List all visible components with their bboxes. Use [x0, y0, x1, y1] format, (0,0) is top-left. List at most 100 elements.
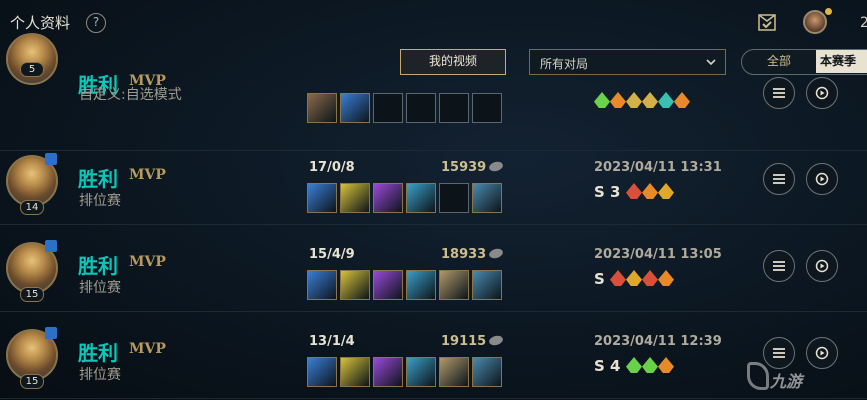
replay-icon [815, 259, 829, 273]
tab-all[interactable]: 全部 [742, 50, 816, 73]
mvp-label: MVP [129, 341, 166, 357]
match-row[interactable]: 5 胜利 MVP 自定义:自选模式 [0, 33, 867, 151]
profile-avatar[interactable] [803, 10, 827, 34]
match-result: 胜利 [78, 341, 118, 365]
rank-letter-S: S [594, 270, 605, 288]
watermark-logo [747, 362, 769, 390]
item-slot-mage-icon[interactable] [373, 357, 403, 387]
item-slot-trinket-icon[interactable] [472, 270, 502, 300]
rank-letter-4: 4 [610, 357, 621, 375]
gold-earned: 19115 [441, 334, 487, 349]
match-details-button[interactable] [763, 250, 795, 282]
notification-dot [825, 8, 832, 15]
item-slot-bow-icon[interactable] [406, 183, 436, 213]
item-slot-triforce-icon[interactable] [340, 357, 370, 387]
gold-earned: 18933 [441, 247, 487, 262]
flag-green-badge-icon [642, 357, 658, 373]
item-slot-spellblade-icon[interactable] [307, 357, 337, 387]
flame-orange-badge-icon [610, 92, 626, 108]
champion-portrait[interactable] [6, 33, 58, 85]
party-icon [45, 327, 57, 339]
item-slot-dagger-icon[interactable] [439, 357, 469, 387]
match-details-button[interactable] [763, 337, 795, 369]
list-icon [773, 88, 785, 98]
flag-green-badge-icon [594, 92, 610, 108]
match-date: 2023/04/11 13:31 [594, 160, 722, 175]
flame-orange-badge-icon [658, 270, 674, 286]
list-icon [773, 174, 785, 184]
row-divider [0, 311, 867, 312]
match-row[interactable]: 15 胜利 MVP 排位赛 15/4/9 18933 2023/04/11 13:05 S [0, 232, 867, 312]
item-slot-triforce-icon[interactable] [340, 270, 370, 300]
watermark: 九游 [770, 372, 803, 391]
kda: 17/0/8 [309, 160, 355, 175]
item-slot-spellblade-icon[interactable] [340, 93, 370, 123]
chevron-down-icon [706, 59, 716, 66]
match-details-button[interactable] [763, 163, 795, 195]
item-slot-trinket-icon[interactable] [472, 357, 502, 387]
match-row[interactable]: 14 胜利 MVP 排位赛 17/0/8 15939 2023/04/11 13:31 S 3 [0, 145, 867, 225]
item-slot-empty-icon[interactable] [373, 93, 403, 123]
swirl-gold-badge-icon [642, 92, 658, 108]
gold-earned: 15939 [441, 160, 487, 175]
tab-this-season[interactable]: 本赛季 [816, 50, 867, 73]
flame-orange-badge-icon [642, 183, 658, 199]
mvp-label: MVP [129, 254, 166, 270]
flame-orange-badge-icon [658, 357, 674, 373]
game-mode: 自定义:自选模式 [79, 87, 182, 103]
top-bar: 个人资料 ? 2 [0, 0, 867, 44]
game-mode: 排位赛 [79, 193, 121, 209]
item-slot-empty-icon[interactable] [472, 93, 502, 123]
match-date: 2023/04/11 13:05 [594, 247, 722, 262]
flag-green-badge-icon [626, 357, 642, 373]
match-details-button[interactable] [763, 77, 795, 109]
match-result: 胜利 [78, 254, 118, 278]
item-slot-bow-icon[interactable] [406, 270, 436, 300]
shield-teal-badge-icon [658, 92, 674, 108]
replay-button[interactable] [806, 337, 838, 369]
replay-icon [815, 172, 829, 186]
item-slot-triforce-icon[interactable] [340, 183, 370, 213]
party-icon [45, 153, 57, 165]
crown-red-badge-icon [610, 270, 626, 286]
item-slot-bow-icon[interactable] [406, 357, 436, 387]
item-slot-mage-icon[interactable] [373, 183, 403, 213]
item-slot-dagger-icon[interactable] [439, 270, 469, 300]
item-slot-empty-icon[interactable] [439, 183, 469, 213]
item-slot-hammer-icon[interactable] [307, 93, 337, 123]
flame-orange-badge-icon [674, 92, 690, 108]
game-mode: 排位赛 [79, 280, 121, 296]
help-icon[interactable]: ? [86, 13, 106, 33]
item-slot-trinket-icon[interactable] [472, 183, 502, 213]
page-title: 个人资料 [10, 14, 71, 32]
item-slot-spellblade-icon[interactable] [307, 270, 337, 300]
replay-button[interactable] [806, 77, 838, 109]
item-slot-empty-icon[interactable] [406, 93, 436, 123]
match-result: 胜利 [78, 167, 118, 191]
match-row[interactable]: 15 胜利 MVP 排位赛 13/1/4 19115 2023/04/11 12:39 S 4 [0, 319, 867, 399]
list-icon [773, 261, 785, 271]
rank-letter-S: S [594, 183, 605, 201]
item-slot-empty-icon[interactable] [439, 93, 469, 123]
champion-level: 15 [20, 374, 44, 389]
gold-icon [488, 334, 504, 347]
list-icon [773, 348, 785, 358]
gold-icon [488, 247, 504, 260]
replay-button[interactable] [806, 163, 838, 195]
replay-button[interactable] [806, 250, 838, 282]
champion-level: 5 [20, 62, 44, 77]
row-divider [0, 398, 867, 399]
item-slot-mage-icon[interactable] [373, 270, 403, 300]
missions-icon[interactable] [757, 12, 777, 32]
champion-level: 15 [20, 287, 44, 302]
item-slot-spellblade-icon[interactable] [307, 183, 337, 213]
swirl-gold-badge-icon [626, 92, 642, 108]
gold-icon [488, 160, 504, 173]
champion-level: 14 [20, 200, 44, 215]
party-icon [45, 240, 57, 252]
rank-letter-S: S [594, 357, 605, 375]
crown-gold-badge-icon [626, 270, 642, 286]
kda: 13/1/4 [309, 334, 355, 349]
replay-icon [815, 346, 829, 360]
rank-letter-3: 3 [610, 183, 621, 201]
